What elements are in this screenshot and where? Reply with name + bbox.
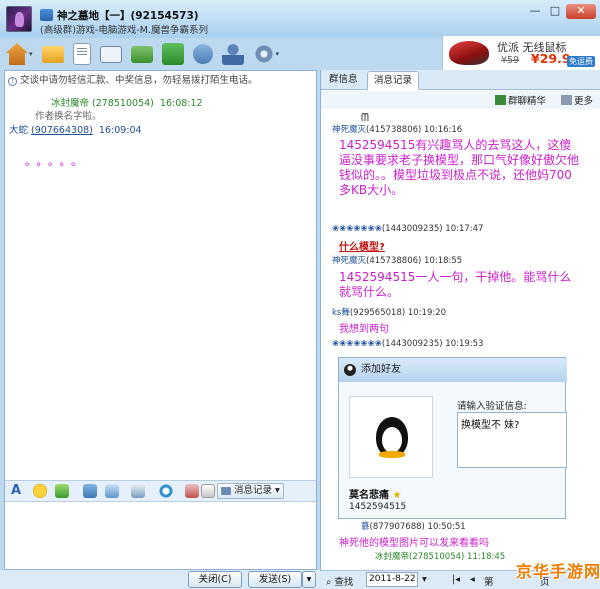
mouse-product-image (449, 41, 489, 65)
add-friend-image: 添加好友 莫名悲痛 ★ 1452594515 请输入验证信息: 换模型不 妹? (338, 357, 567, 519)
group-icon (40, 9, 53, 21)
log-message: 我想到两句 (339, 324, 389, 335)
penguin-icon (376, 417, 408, 458)
close-window-button[interactable]: ✕ (566, 4, 596, 19)
screen-capture-icon[interactable] (131, 484, 145, 498)
font-icon[interactable]: A (11, 483, 25, 498)
essence-icon (495, 95, 506, 105)
tab-group-info[interactable]: 群信息 (323, 71, 364, 90)
chevron-down-icon[interactable]: ▾ (29, 50, 33, 58)
verify-label: 请输入验证信息: (457, 401, 527, 412)
popup-title: 添加好友 (339, 358, 567, 382)
log-header: ks舞(929565018) 10:19:20 (332, 308, 447, 318)
chat-pane: ! 交谈中请勿轻信汇款、中奖信息，勿轻易拨打陌生电话。 冰封魔帝 (2785100… (4, 70, 317, 570)
star-icon: ★ (392, 490, 402, 501)
tools-icon[interactable] (192, 44, 213, 64)
ad-old-price: ¥59 (501, 55, 520, 66)
group-avatar[interactable] (6, 6, 32, 32)
message-time: 16:09:04 (98, 125, 142, 136)
message-body: 作者换名字啦。 (35, 111, 102, 122)
person-icon[interactable] (221, 43, 244, 65)
mail-icon[interactable] (130, 45, 153, 63)
music-icon[interactable] (159, 484, 173, 498)
info-icon: ! (8, 77, 17, 86)
screenshot-icon[interactable] (105, 484, 119, 498)
log-message: 1452594515有兴趣骂人的去骂这人，这傻逼没事要求老子换模型，那口气好像好… (339, 138, 580, 197)
magic-icon[interactable] (185, 484, 199, 498)
share-icon[interactable] (161, 43, 184, 65)
log-header: 慕(877907688) 10:50:51 (361, 522, 466, 532)
log-header: 神死魔灭(415738806) 10:18:55 (332, 256, 463, 266)
friend-name: 莫名悲痛 ★ (349, 490, 402, 501)
log-header: 神死魔灭(415738806) 10:16:16 (332, 125, 463, 135)
history-tabs: 群信息 消息记录 (321, 70, 600, 90)
profile-photo (349, 396, 433, 478)
more-link[interactable]: 更多 (561, 93, 593, 107)
ad-banner[interactable]: 优派 无线鼠标 ¥59 ¥29.9 免运费 (442, 36, 600, 70)
shake-icon[interactable] (55, 484, 69, 498)
group-category: (高级群)游戏-电脑游戏-M.魔兽争霸系列 (40, 25, 208, 36)
page-prefix: 第 (484, 577, 494, 588)
image-icon[interactable] (83, 484, 97, 498)
search-button[interactable]: ⌕ 查找 (326, 574, 353, 588)
minimize-button[interactable]: — (526, 4, 544, 19)
folder-icon[interactable] (41, 45, 64, 63)
title-bar: 神之墓地【一】(92154573) (高级群)游戏-电脑游戏-M.魔兽争霸系列 … (0, 0, 600, 38)
speaker-icon (561, 95, 572, 105)
close-button[interactable]: 关闭(C) (188, 571, 242, 588)
security-warning: ! 交谈中请勿轻信汇款、中奖信息，勿轻易拨打陌生电话。 (8, 72, 258, 86)
log-header: ❀❀❀❀❀❀❀(1443009235) 10:19:53 (332, 339, 484, 349)
message-history-button[interactable]: 消息记录 ▾ (217, 483, 284, 499)
tab-message-history[interactable]: 消息记录 (367, 71, 420, 90)
message-body: 。。。。。 (25, 155, 88, 168)
message-header: 冰封魔帝 (278510054) 16:08:12 (51, 95, 203, 109)
send-button[interactable]: 发送(S) (248, 571, 302, 588)
document-icon[interactable] (72, 43, 91, 65)
house-icon[interactable] (6, 43, 28, 65)
format-toolbar: A 消息记录 ▾ (5, 480, 316, 502)
log-message: 什么模型? (339, 242, 385, 253)
message-time: 16:08:12 (159, 98, 203, 109)
ad-new-price: ¥29.9 (531, 51, 571, 66)
log-message: 1452594515一人一句，干掉他。能骂什么就骂什么。 (339, 270, 572, 299)
window-controls: — □ ✕ (526, 4, 596, 19)
log-message: 神死他的模型图片可以发来看看吗 (339, 538, 489, 549)
ad-free-shipping-badge: 免运费 (567, 56, 595, 67)
options-icon[interactable] (201, 484, 215, 498)
gear-icon[interactable] (252, 43, 275, 65)
prev-page-icon[interactable]: ◂ (470, 574, 475, 585)
history-subbar: 群聊精华 更多 (321, 91, 600, 109)
emoji-icon[interactable] (33, 484, 47, 498)
sender-uid-link[interactable]: (907664308) (31, 125, 93, 136)
card-icon[interactable] (99, 45, 122, 63)
log-header: 冰封魔帝(278510054) 11:18:45 (375, 552, 506, 562)
search-icon: ⌕ (326, 577, 332, 588)
group-toolbar: ▾ ▾ (6, 40, 279, 68)
message-header: 大蛇 (907664308) 16:09:04 (9, 122, 142, 136)
first-page-icon[interactable]: |◂ (452, 574, 460, 585)
calendar-icon[interactable]: ▾ (422, 574, 427, 585)
chevron-down-icon[interactable]: ▾ (276, 50, 280, 58)
verify-input: 换模型不 妹? (457, 412, 567, 468)
site-watermark: 京华手游网 (516, 562, 600, 581)
date-picker[interactable]: 2011-8-22 (366, 572, 418, 587)
window-title: 神之墓地【一】(92154573) (40, 8, 199, 23)
maximize-button[interactable]: □ (546, 4, 564, 19)
sender-name[interactable]: 大蛇 (9, 125, 28, 136)
chat-action-bar: 关闭(C) 发送(S) ▾ (0, 570, 320, 589)
friend-number: 1452594515 (349, 502, 407, 512)
log-header: ❀❀❀❀❀❀❀(1443009235) 10:17:47 (332, 224, 484, 234)
send-options-button[interactable]: ▾ (302, 571, 316, 588)
group-essence-link[interactable]: 群聊精华 (495, 93, 546, 107)
message-input[interactable] (5, 503, 316, 569)
